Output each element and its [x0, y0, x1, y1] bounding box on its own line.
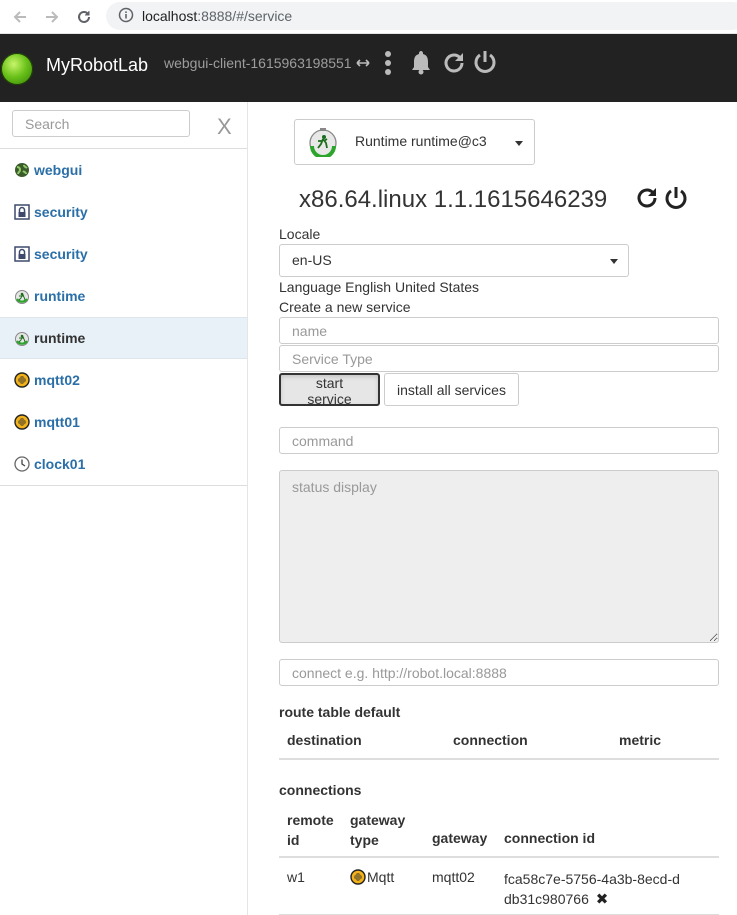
client-id: webgui-client-1615963198551 — [164, 55, 352, 71]
info-icon[interactable] — [118, 7, 134, 26]
route-header-destination: destination — [287, 732, 362, 748]
conn-header-remote-id: remote id — [287, 812, 334, 848]
sidebar-item-security-1[interactable]: security — [0, 191, 247, 233]
arrows-horizontal-icon[interactable] — [355, 55, 371, 74]
chevron-down-icon — [610, 259, 618, 264]
conn-header-connection-id: connection id — [504, 830, 595, 846]
locale-label: Locale — [279, 226, 321, 242]
runtime-icon — [308, 127, 338, 160]
mqtt-icon — [14, 413, 30, 430]
globe-icon — [14, 162, 30, 178]
logo-ball-icon[interactable] — [1, 53, 33, 85]
conn-connection-id: fca58c7e-5756-4a3b-8ecd-ddb31c980766 ✖ — [504, 869, 684, 910]
lock-icon — [14, 245, 30, 262]
sidebar: X webgui security security runtime runti… — [0, 102, 248, 915]
sidebar-search-row: X — [0, 102, 247, 149]
connect-input[interactable] — [279, 659, 719, 686]
conn-remote-id: w1 — [287, 869, 305, 885]
sidebar-item-webgui[interactable]: webgui — [0, 149, 247, 191]
reload-icon[interactable] — [73, 6, 95, 28]
sidebar-item-runtime-2[interactable]: runtime — [0, 317, 247, 359]
language-text: Language English United States — [279, 279, 480, 295]
connections-header-divider — [279, 856, 719, 858]
mqtt-icon — [350, 869, 366, 885]
runtime-icon — [14, 330, 30, 346]
route-table-divider — [279, 758, 719, 760]
route-header-connection: connection — [453, 732, 528, 748]
sidebar-item-mqtt01[interactable]: mqtt01 — [0, 401, 247, 443]
forward-icon[interactable] — [41, 6, 63, 28]
address-bar[interactable]: localhost:8888/#/service — [106, 2, 737, 30]
service-name-input[interactable] — [279, 317, 719, 344]
sidebar-item-security-2[interactable]: security — [0, 233, 247, 275]
conn-header-gateway-type: gateway type — [350, 812, 406, 848]
back-icon[interactable] — [9, 6, 31, 28]
mqtt-icon — [14, 371, 30, 388]
sidebar-divider — [0, 485, 247, 486]
locale-select[interactable]: en-US — [279, 244, 629, 277]
bell-icon[interactable] — [409, 49, 433, 78]
connections-title: connections — [279, 782, 362, 798]
sidebar-item-label: clock01 — [34, 455, 86, 472]
runtime-select[interactable]: Runtime runtime@c3 — [294, 119, 535, 165]
sidebar-item-label: mqtt01 — [34, 413, 80, 430]
sidebar-item-label: runtime — [34, 287, 86, 304]
service-type-input[interactable] — [279, 345, 719, 372]
kebab-menu-icon[interactable] — [382, 50, 394, 79]
route-header-metric: metric — [619, 732, 662, 748]
start-service-button[interactable]: start service — [279, 373, 380, 407]
conn-gateway-type: Mqtt — [350, 869, 394, 885]
version-title: x86.64.linux 1.1.1615646239 — [299, 186, 608, 213]
brand-title[interactable]: MyRobotLab — [46, 55, 148, 76]
url-path: :8888/#/service — [197, 8, 293, 24]
sidebar-item-runtime-1[interactable]: runtime — [0, 275, 247, 317]
sidebar-item-label: runtime — [34, 330, 86, 346]
command-input[interactable] — [279, 427, 719, 454]
conn-connection-id-text: fca58c7e-5756-4a3b-8ecd-ddb31c980766 — [504, 871, 680, 907]
conn-gateway: mqtt02 — [432, 869, 475, 885]
chevron-down-icon — [515, 141, 523, 146]
route-table-title: route table default — [279, 704, 401, 720]
browser-toolbar: localhost:8888/#/service — [0, 0, 737, 34]
conn-gateway-type-label: Mqtt — [367, 869, 395, 885]
install-all-services-button[interactable]: install all services — [384, 373, 519, 406]
power-icon[interactable] — [663, 185, 689, 214]
lock-icon — [14, 203, 30, 220]
status-display[interactable] — [279, 470, 719, 643]
clock-icon — [14, 455, 30, 472]
sidebar-item-label: mqtt02 — [34, 371, 80, 388]
delete-connection-icon[interactable]: ✖ — [596, 891, 609, 908]
search-input[interactable] — [12, 110, 190, 137]
sidebar-item-label: security — [34, 245, 88, 262]
power-icon[interactable] — [472, 49, 498, 78]
runtime-icon — [14, 288, 30, 304]
refresh-icon[interactable] — [441, 50, 467, 79]
conn-header-gateway: gateway — [432, 830, 488, 846]
create-service-label: Create a new service — [279, 299, 411, 315]
locale-value: en-US — [292, 252, 332, 268]
refresh-icon[interactable] — [634, 185, 660, 214]
sidebar-item-label: webgui — [34, 161, 83, 178]
url-host: localhost — [142, 8, 198, 24]
clear-search-button[interactable]: X — [217, 114, 232, 140]
sidebar-item-mqtt02[interactable]: mqtt02 — [0, 359, 247, 401]
sidebar-item-label: security — [34, 203, 88, 220]
sidebar-item-clock01[interactable]: clock01 — [0, 443, 247, 485]
runtime-select-label: Runtime runtime@c3 — [355, 133, 487, 149]
